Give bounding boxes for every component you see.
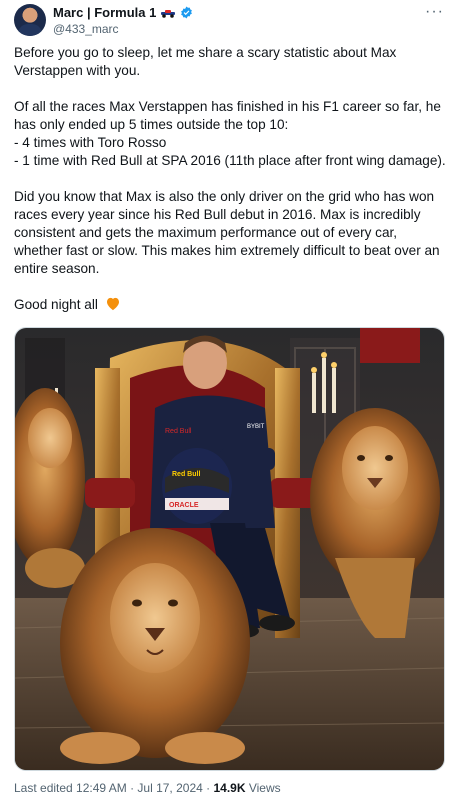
good-night-text: Good night all [14, 297, 98, 312]
tweet-list-item-1: - 4 times with Toro Rosso [14, 135, 167, 150]
tweet-list-item-2: - 1 time with Red Bull at SPA 2016 (11th… [14, 153, 446, 168]
tweet-paragraph-2-intro: Of all the races Max Verstappen has fini… [14, 99, 441, 132]
views-label: Views [245, 781, 281, 795]
orange-heart-icon [106, 297, 119, 311]
car-icon [161, 9, 176, 18]
suit-sponsor-text: BYBIT [247, 424, 265, 430]
edited-timestamp[interactable]: Last edited 12:49 AM · Jul 17, 2024 · [14, 781, 213, 795]
helmet: Red Bull ORACLE [162, 448, 232, 524]
tweet-paragraph-3: Did you know that Max is also the only d… [14, 189, 440, 276]
tweet-header: Marc | Formula 1 @433_marc ··· [14, 4, 444, 40]
tweet-paragraph-4: Good night all [14, 296, 446, 314]
helmet-text-2: ORACLE [169, 502, 199, 509]
author-name[interactable]: Marc | Formula 1 [53, 5, 156, 20]
tweet-image[interactable]: Red Bull BYBIT Red Bull ORACLE [14, 327, 445, 771]
views-count: 14.9K [213, 781, 246, 795]
author-handle[interactable]: @433_marc [53, 22, 119, 36]
helmet-text-1: Red Bull [172, 471, 200, 478]
suit-logo-text: Red Bull [165, 428, 192, 435]
tweet-meta: Last edited 12:49 AM · Jul 17, 2024 · 14… [14, 781, 281, 795]
verified-icon [181, 6, 193, 19]
lion-throne-artwork: Red Bull BYBIT Red Bull ORACLE [15, 328, 444, 770]
tweet-text: Before you go to sleep, let me share a s… [14, 44, 446, 314]
avatar[interactable] [14, 4, 46, 36]
more-icon[interactable]: ··· [425, 4, 444, 20]
author-name-row: Marc | Formula 1 [53, 5, 193, 20]
tweet-paragraph-1: Before you go to sleep, let me share a s… [14, 45, 397, 78]
